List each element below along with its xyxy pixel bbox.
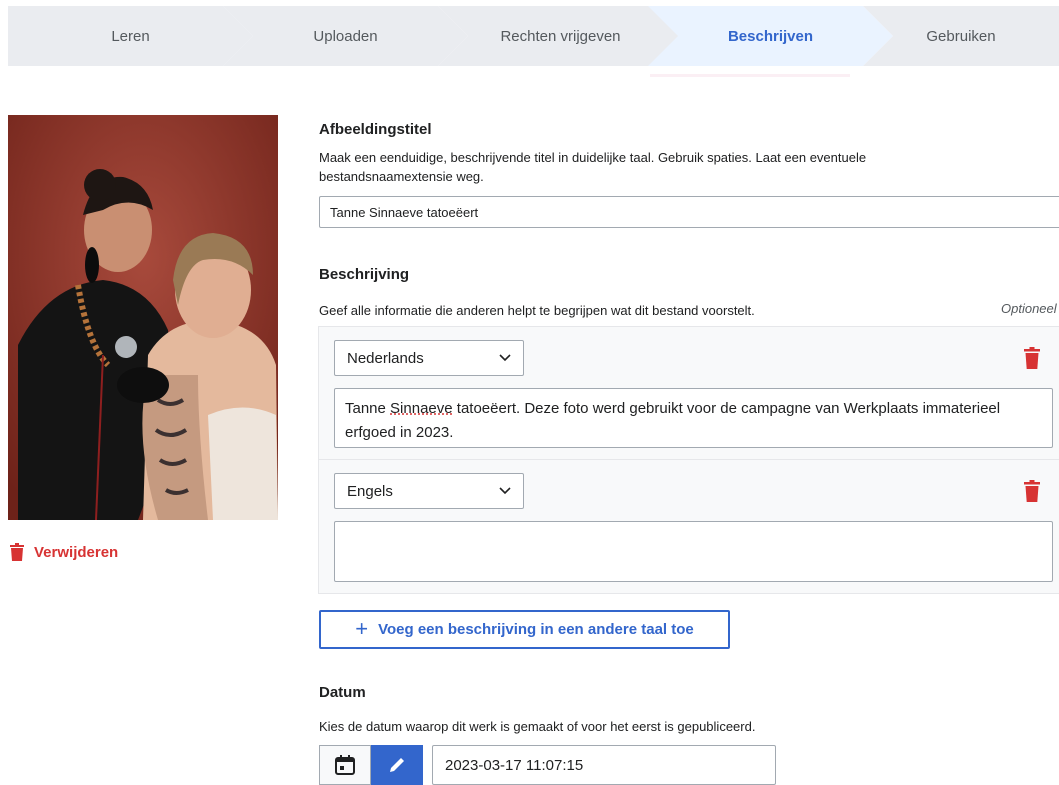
description-text-start: Tanne	[345, 400, 391, 417]
step-uploaden[interactable]: Uploaden	[223, 6, 468, 66]
title-input[interactable]: Tanne Sinnaeve tatoeëert	[319, 196, 1059, 228]
calendar-mode-button[interactable]	[319, 745, 371, 785]
pencil-icon	[390, 758, 404, 772]
date-help: Kies de datum waarop dit werk is gemaakt…	[319, 719, 756, 734]
title-help: Maak een eenduidige, beschrijvende titel…	[319, 150, 867, 184]
trash-icon[interactable]	[1024, 347, 1040, 369]
step-label: Beschrijven	[727, 27, 814, 45]
language-value: Engels	[347, 482, 393, 500]
add-description-button[interactable]: + Voeg een beschrijving in een andere ta…	[319, 610, 730, 649]
step-label: Uploaden	[313, 27, 378, 45]
text-mode-button[interactable]	[371, 745, 423, 785]
chevron-down-icon	[499, 354, 511, 362]
description-entry-nl: Nederlands Tanne Sinnaeve tatoeëert. Dez…	[318, 326, 1059, 460]
description-textarea[interactable]	[334, 521, 1053, 582]
step-label: Gebruiken	[926, 27, 996, 45]
title-label: Afbeeldingstitel	[319, 121, 432, 138]
chevron-down-icon	[499, 487, 511, 495]
step-leren[interactable]: Leren	[8, 6, 253, 66]
date-input-value: 2023-03-17 11:07:15	[445, 756, 584, 774]
step-beschrijven[interactable]: Beschrijven	[648, 6, 893, 66]
spellcheck-word: Sinnaeve	[390, 400, 453, 417]
description-label: Beschrijving	[319, 266, 410, 283]
optional-label: Optioneel	[1001, 301, 1057, 316]
description-entry-en: Engels	[318, 459, 1059, 594]
trash-icon	[10, 543, 24, 561]
photo-illustration	[8, 115, 278, 520]
step-rechten-vrijgeven[interactable]: Rechten vrijgeven	[438, 6, 683, 66]
step-label: Rechten vrijgeven	[500, 27, 621, 45]
description-help: Geef alle informatie die anderen helpt t…	[319, 303, 755, 318]
calendar-icon	[335, 755, 355, 775]
delete-image-button[interactable]: Verwijderen	[10, 543, 118, 561]
add-description-label: Voeg een beschrijving in een andere taal…	[378, 621, 694, 638]
date-label: Datum	[319, 684, 366, 701]
language-select[interactable]: Engels	[334, 473, 524, 509]
plus-icon: +	[355, 615, 369, 641]
language-value: Nederlands	[347, 349, 424, 367]
description-textarea[interactable]: Tanne Sinnaeve tatoeëert. Deze foto werd…	[334, 388, 1053, 448]
language-select[interactable]: Nederlands	[334, 340, 524, 376]
trash-icon[interactable]	[1024, 480, 1040, 502]
delete-label: Verwijderen	[34, 543, 119, 561]
date-input[interactable]: 2023-03-17 11:07:15	[432, 745, 776, 785]
image-thumbnail	[8, 115, 278, 520]
step-label: Leren	[111, 27, 150, 45]
title-input-value: Tanne Sinnaeve tatoeëert	[330, 204, 479, 220]
active-step-indicator	[650, 74, 850, 77]
upload-wizard-steps: Leren Uploaden Rechten vrijgeven Beschri…	[8, 6, 1059, 66]
